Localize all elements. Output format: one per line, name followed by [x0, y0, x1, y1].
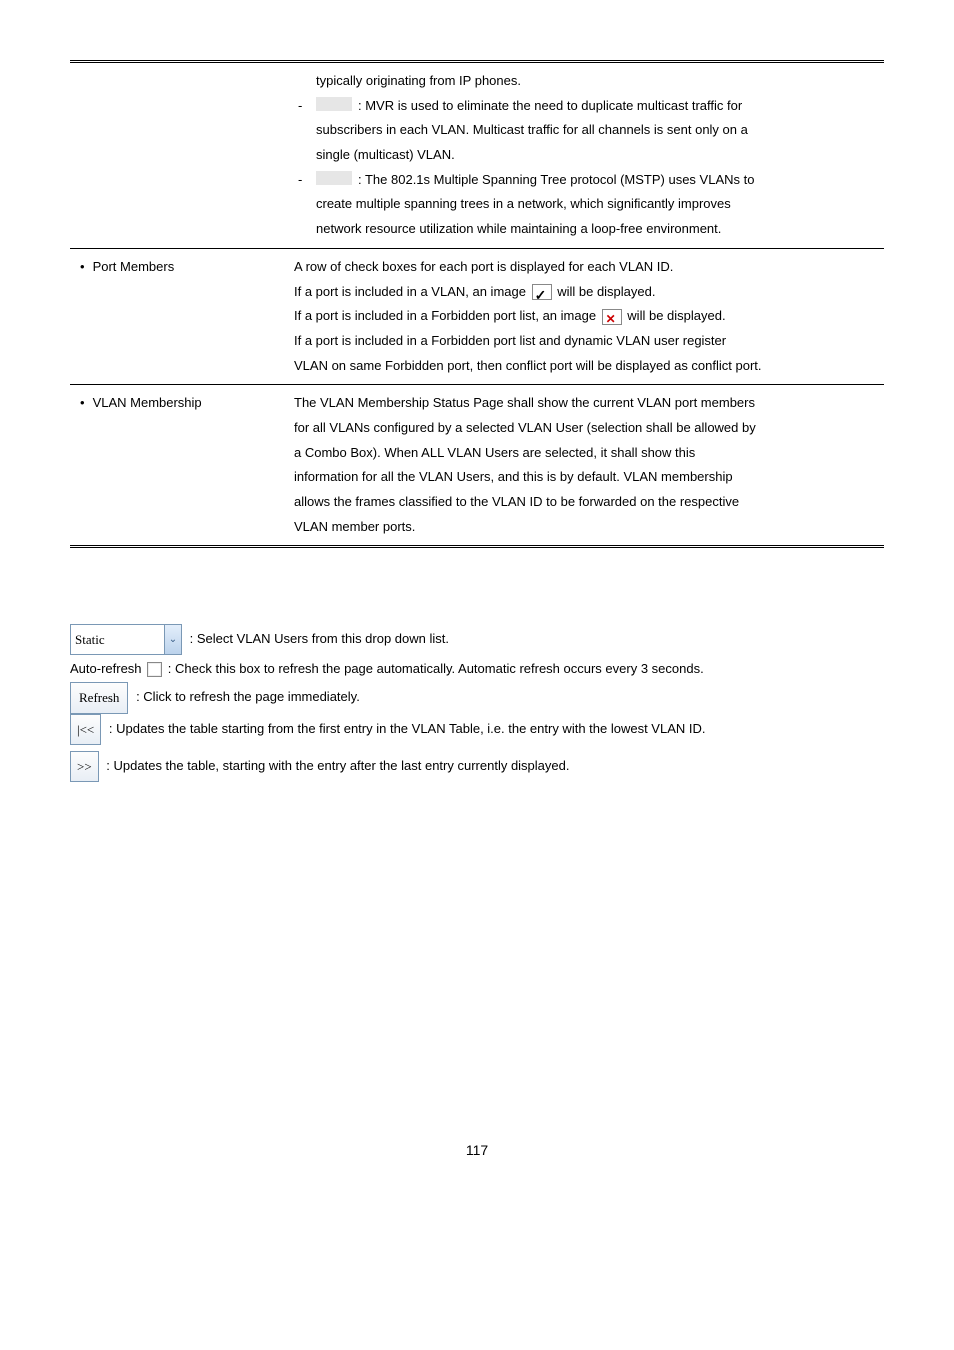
row2-l3: If a port is included in a Forbidden por…: [294, 304, 880, 329]
row3-body: The VLAN Membership Status Page shall sh…: [290, 385, 884, 547]
mstp-text-3: network resource utilization while maint…: [316, 217, 880, 242]
chevron-down-icon: ⌄: [164, 625, 181, 654]
row3-l4: information for all the VLAN Users, and …: [294, 465, 880, 490]
buttons-section: Buttons Static ⌄ : Select VLAN Users fro…: [70, 588, 884, 782]
first-line: |<< : Updates the table starting from th…: [70, 714, 884, 745]
mvr-text-3: single (multicast) VLAN.: [316, 143, 880, 168]
row2-l3b: will be displayed.: [627, 308, 725, 323]
dash: -: [298, 168, 316, 193]
row2-label: Port Members: [70, 248, 290, 384]
next-desc: : Updates the table, starting with the e…: [106, 758, 569, 773]
checkmark-icon: [532, 284, 552, 300]
auto-refresh-checkbox[interactable]: [147, 662, 162, 677]
dropdown-value: Static: [71, 625, 164, 654]
page-number: 117: [70, 1142, 884, 1158]
buttons-heading: Buttons: [70, 588, 884, 615]
dash: -: [298, 94, 316, 119]
mvr-text-2: subscribers in each VLAN. Multicast traf…: [316, 118, 880, 143]
row2-body: A row of check boxes for each port is di…: [290, 248, 884, 384]
first-page-button[interactable]: |<<: [70, 714, 101, 745]
mvr-text-1: : MVR is used to eliminate the need to d…: [358, 94, 880, 119]
auto-refresh-prefix: Auto-refresh: [70, 661, 145, 676]
row2-l2: If a port is included in a VLAN, an imag…: [294, 280, 880, 305]
row3-l3: a Combo Box). When ALL VLAN Users are se…: [294, 441, 880, 466]
refresh-button[interactable]: Refresh: [70, 682, 128, 713]
row-label-empty: [70, 63, 290, 248]
mvr-label-chip: [316, 97, 352, 111]
row3-l1: The VLAN Membership Status Page shall sh…: [294, 391, 880, 416]
first-desc: : Updates the table starting from the fi…: [109, 721, 706, 736]
vlan-help-table: typically originating from IP phones. - …: [70, 60, 884, 548]
next-line: >> : Updates the table, starting with th…: [70, 751, 884, 782]
row3-l6: VLAN member ports.: [294, 515, 880, 540]
row2-l2b: will be displayed.: [557, 284, 655, 299]
vlan-user-dropdown[interactable]: Static ⌄: [70, 624, 182, 655]
auto-refresh-desc: : Check this box to refresh the page aut…: [168, 661, 704, 676]
mstp-text-2: create multiple spanning trees in a netw…: [316, 192, 880, 217]
row3-l5: allows the frames classified to the VLAN…: [294, 490, 880, 515]
row3-label-text: VLAN Membership: [80, 395, 202, 410]
row2-l3a: If a port is included in a Forbidden por…: [294, 308, 600, 323]
row2-l4: If a port is included in a Forbidden por…: [294, 329, 880, 354]
row2-l1: A row of check boxes for each port is di…: [294, 255, 880, 280]
row3-l2: for all VLANs configured by a selected V…: [294, 416, 880, 441]
auto-refresh-line: Auto-refresh : Check this box to refresh…: [70, 655, 884, 682]
row2-l2a: If a port is included in a VLAN, an imag…: [294, 284, 530, 299]
refresh-desc: : Click to refresh the page immediately.: [136, 689, 360, 704]
row2-l5: VLAN on same Forbidden port, then confli…: [294, 354, 880, 379]
mstp-text-1: : The 802.1s Multiple Spanning Tree prot…: [358, 168, 880, 193]
cross-icon: [602, 309, 622, 325]
row1-line1: typically originating from IP phones.: [316, 69, 880, 94]
row1-body: typically originating from IP phones. - …: [290, 63, 884, 248]
row2-label-text: Port Members: [80, 259, 174, 274]
dropdown-desc: : Select VLAN Users from this drop down …: [190, 631, 449, 646]
next-page-button[interactable]: >>: [70, 751, 99, 782]
dropdown-line: Static ⌄ : Select VLAN Users from this d…: [70, 624, 884, 655]
row3-label: VLAN Membership: [70, 385, 290, 547]
mstp-label-chip: [316, 171, 352, 185]
refresh-line: Refresh : Click to refresh the page imme…: [70, 682, 884, 713]
